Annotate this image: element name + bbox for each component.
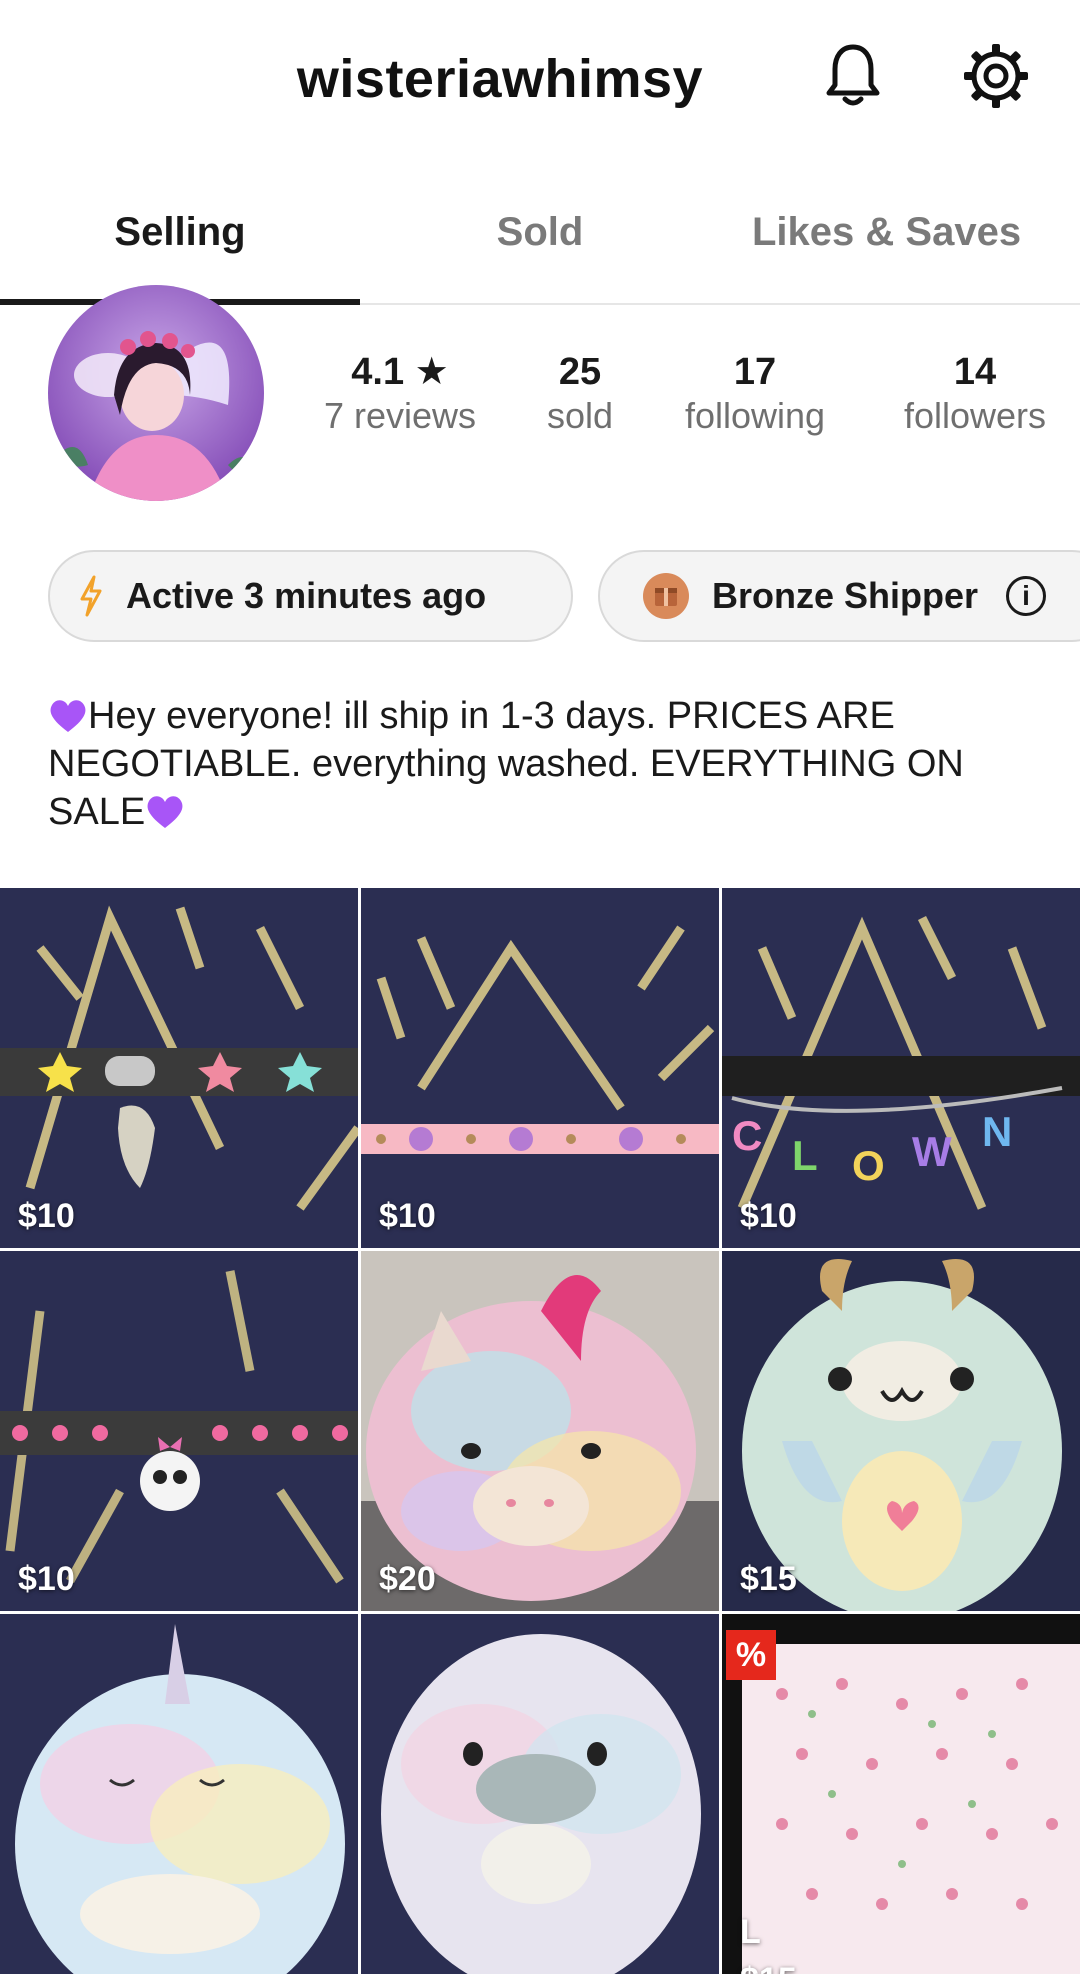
listing-tile[interactable]: $15 xyxy=(722,1251,1080,1611)
listing-price: $20 xyxy=(379,1560,436,1598)
sale-badge: % xyxy=(726,1630,776,1680)
sold-stat: 25 sold xyxy=(520,350,640,438)
listing-tile[interactable]: C L O W N $10 xyxy=(722,888,1080,1248)
shipper-text: Bronze Shipper xyxy=(712,575,979,616)
gear-icon[interactable] xyxy=(958,38,1034,114)
listing-price: $10 xyxy=(740,1197,797,1235)
following-label: following xyxy=(684,395,826,436)
followers-label: followers xyxy=(903,395,1047,436)
svg-text:C: C xyxy=(732,1112,762,1159)
listing-tile[interactable]: % L $15 xyxy=(722,1614,1080,1974)
listing-tile[interactable] xyxy=(0,1614,358,1974)
following-count: 17 xyxy=(733,351,777,393)
svg-text:O: O xyxy=(852,1142,885,1189)
listing-price: $15 xyxy=(740,1560,797,1598)
svg-text:W: W xyxy=(912,1128,952,1175)
rating-value: 4.1 ★ xyxy=(351,351,449,393)
following-stat[interactable]: 17 following xyxy=(660,350,850,438)
svg-text:L: L xyxy=(792,1132,818,1179)
tab-selling[interactable]: Selling xyxy=(0,210,360,255)
listing-size: L xyxy=(740,1913,761,1951)
svg-text:N: N xyxy=(982,1108,1012,1155)
sold-label: sold xyxy=(546,395,614,436)
profile-bio: Hey everyone! ill ship in 1-3 days. PRIC… xyxy=(48,692,1038,836)
listing-tile[interactable]: $10 xyxy=(0,1251,358,1611)
listing-tile[interactable]: $10 xyxy=(0,888,358,1248)
bronze-box-icon xyxy=(642,572,690,620)
listing-price: $10 xyxy=(18,1197,75,1235)
purple-heart-icon xyxy=(50,700,86,732)
avatar[interactable] xyxy=(48,285,264,501)
sold-count: 25 xyxy=(558,351,602,393)
top-bar: wisteriawhimsy xyxy=(0,0,1080,150)
lightning-icon xyxy=(78,575,104,617)
reviews-label: 7 reviews xyxy=(323,395,477,436)
bell-icon[interactable] xyxy=(815,38,891,114)
active-status-badge[interactable]: Active 3 minutes ago xyxy=(48,550,573,642)
tab-likes-saves[interactable]: Likes & Saves xyxy=(720,210,1080,255)
listing-price: $15 xyxy=(740,1961,797,1974)
listing-price: $10 xyxy=(18,1560,75,1598)
followers-stat[interactable]: 14 followers xyxy=(880,350,1070,438)
info-icon[interactable]: i xyxy=(1006,576,1047,616)
listing-tile[interactable]: $10 xyxy=(361,888,719,1248)
tab-sold[interactable]: Sold xyxy=(360,210,720,255)
listing-tile[interactable] xyxy=(361,1614,719,1974)
listing-price: $10 xyxy=(379,1197,436,1235)
followers-count: 14 xyxy=(953,351,997,393)
active-status-text: Active 3 minutes ago xyxy=(126,575,487,616)
rating-stat[interactable]: 4.1 ★ 7 reviews xyxy=(300,350,500,438)
shipper-badge[interactable]: Bronze Shipper i xyxy=(598,550,1080,642)
bio-text: Hey everyone! ill ship in 1-3 days. PRIC… xyxy=(48,695,964,833)
listing-tile[interactable]: $20 xyxy=(361,1251,719,1611)
purple-heart-icon xyxy=(147,796,183,828)
